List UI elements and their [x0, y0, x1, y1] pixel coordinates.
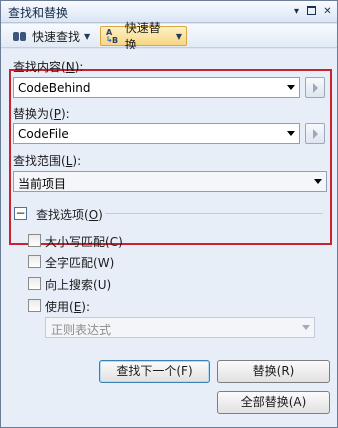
regex-type-combobox: 正则表达式 — [45, 317, 315, 338]
chevron-down-icon[interactable] — [287, 85, 295, 90]
window-title: 查找和替换 — [8, 6, 69, 20]
look-in-label: 查找范围(L): — [13, 154, 82, 168]
replace-with-combobox[interactable]: CodeFile — [13, 123, 300, 144]
quick-replace-label: 快速替换 — [124, 21, 161, 52]
replace-builder-arrow-button[interactable] — [305, 123, 325, 144]
binoculars-icon — [12, 29, 28, 43]
collapse-options-toggle[interactable]: − — [14, 207, 27, 220]
match-case-checkbox[interactable] — [28, 234, 41, 247]
find-replace-window: 查找和替换 ▾ ✕ 快速查找 ▼ A ↳ B 快速替换 ▼ 查找内容(N): Cod… — [0, 0, 338, 428]
find-builder-arrow-button[interactable] — [305, 77, 325, 98]
find-next-button[interactable]: 查找下一个(F) — [99, 360, 210, 383]
replace-all-button[interactable]: 全部替换(A) — [217, 391, 330, 414]
replace-button[interactable]: 替换(R) — [217, 360, 330, 383]
whole-word-label[interactable]: 全字匹配(W) — [45, 254, 114, 271]
quick-replace-button[interactable]: A ↳ B 快速替换 ▼ — [100, 21, 187, 52]
regex-type-value: 正则表达式 — [51, 323, 112, 337]
chevron-down-icon[interactable]: ▼ — [84, 32, 90, 41]
close-icon[interactable]: ✕ — [321, 5, 334, 18]
chevron-down-icon — [302, 325, 310, 330]
replace-with-label: 替换为(P): — [13, 107, 70, 121]
look-in-value: 当前项目 — [18, 177, 67, 191]
options-divider — [105, 213, 323, 214]
find-what-label: 查找内容(N): — [13, 60, 84, 74]
find-options-header[interactable]: 查找选项(O) — [36, 206, 103, 223]
search-up-checkbox[interactable] — [28, 277, 41, 290]
find-what-value: CodeBehind — [18, 81, 91, 95]
find-replace-panel: 查找内容(N): CodeBehind 替换为(P): CodeFile 查找范… — [1, 49, 337, 427]
maximize-icon[interactable] — [305, 5, 318, 18]
replace-with-value: CodeFile — [18, 127, 69, 141]
match-case-label[interactable]: 大小写匹配(C) — [45, 233, 123, 250]
whole-word-checkbox[interactable] — [28, 255, 41, 268]
quick-find-button[interactable]: 快速查找 ▼ — [8, 26, 96, 46]
mode-toolbar: 快速查找 ▼ A ↳ B 快速替换 ▼ — [1, 21, 337, 52]
use-label[interactable]: 使用(E): — [45, 298, 90, 315]
chevron-down-icon[interactable]: ▼ — [176, 32, 182, 41]
replace-ab-icon: A ↳ B — [106, 27, 119, 45]
chevron-down-icon[interactable] — [287, 131, 295, 136]
window-position-dropdown-icon[interactable]: ▾ — [290, 5, 303, 18]
find-what-combobox[interactable]: CodeBehind — [13, 77, 300, 98]
chevron-down-icon[interactable] — [314, 179, 322, 184]
look-in-combobox[interactable]: 当前项目 — [13, 171, 327, 192]
use-checkbox[interactable] — [28, 299, 41, 312]
quick-find-label: 快速查找 — [32, 29, 81, 44]
search-up-label[interactable]: 向上搜索(U) — [45, 276, 111, 293]
